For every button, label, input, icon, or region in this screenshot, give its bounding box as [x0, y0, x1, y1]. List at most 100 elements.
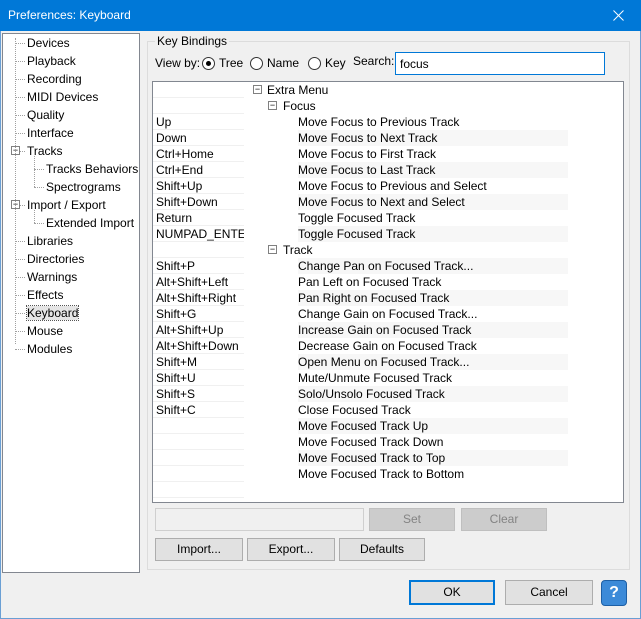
binding-key: Ctrl+End	[153, 162, 244, 178]
command-item[interactable]: Solo/Unsolo Focused Track	[298, 386, 568, 402]
command-item[interactable]: Toggle Focused Track	[298, 226, 568, 242]
command-item[interactable]: Move Focused Track to Bottom	[298, 466, 568, 482]
view-name-radio[interactable]: Name	[250, 55, 299, 71]
binding-key: Shift+P	[153, 258, 244, 274]
tree-connector	[15, 79, 25, 80]
sidebar-item[interactable]: Modules	[27, 340, 72, 358]
command-item[interactable]: Pan Right on Focused Track	[298, 290, 568, 306]
search-input[interactable]	[395, 52, 605, 75]
view-tree-radio[interactable]: Tree	[202, 55, 243, 71]
ok-button[interactable]: OK	[409, 580, 495, 605]
sidebar-item[interactable]: Quality	[27, 106, 64, 124]
command-item[interactable]: Decrease Gain on Focused Track	[298, 338, 568, 354]
set-button[interactable]: Set	[369, 508, 455, 531]
tree-group-label[interactable]: Track	[283, 242, 313, 258]
tree-root-label[interactable]: Extra Menu	[267, 82, 328, 98]
sidebar-item-label: Modules	[27, 342, 73, 356]
binding-key: Shift+Up	[153, 178, 244, 194]
command-item[interactable]: Move Focused Track to Top	[298, 450, 568, 466]
radio-unchecked-icon	[308, 56, 321, 70]
tree-connector	[15, 43, 25, 44]
close-button[interactable]	[595, 0, 641, 31]
binding-key	[153, 82, 244, 98]
key-bindings-label: Key Bindings	[155, 34, 230, 48]
command-item[interactable]: Open Menu on Focused Track...	[298, 354, 568, 370]
clear-button[interactable]: Clear	[461, 508, 547, 531]
command-item[interactable]: Move Focus to Previous and Select	[298, 178, 568, 194]
sidebar-item[interactable]: Libraries	[27, 232, 73, 250]
sidebar-item-label: Tracks	[27, 144, 63, 158]
sidebar-item-label: Recording	[27, 72, 82, 86]
command-item[interactable]: Move Focus to First Track	[298, 146, 568, 162]
sidebar-item-label: Playback	[27, 54, 76, 68]
export-button[interactable]: Export...	[247, 538, 335, 561]
help-button[interactable]: ?	[601, 580, 627, 606]
view-name-label: Name	[267, 56, 300, 70]
defaults-button[interactable]: Defaults	[339, 538, 425, 561]
command-item[interactable]: Move Focus to Next and Select	[298, 194, 568, 210]
tree-branch	[34, 156, 35, 187]
command-item[interactable]: Pan Left on Focused Track	[298, 274, 568, 290]
tree-connector	[15, 97, 25, 98]
binding-key: Shift+Down	[153, 194, 244, 210]
sidebar-item[interactable]: Directories	[27, 250, 84, 268]
tree-connector	[15, 259, 25, 260]
key-bindings-list[interactable]: Up Down Ctrl+Home Ctrl+End Shift+Up Shift+Dow…	[152, 81, 624, 503]
tree-trunk	[15, 38, 16, 344]
key-entry-field[interactable]	[155, 508, 364, 531]
command-item[interactable]: Move Focused Track Down	[298, 434, 568, 450]
sidebar-item[interactable]: Tracks	[27, 142, 63, 160]
sidebar-item[interactable]: MIDI Devices	[27, 88, 98, 106]
command-item[interactable]: Close Focused Track	[298, 402, 568, 418]
sidebar-item[interactable]: Keyboard	[25, 304, 80, 322]
collapse-icon[interactable]: −	[268, 101, 277, 110]
category-tree[interactable]: Devices Playback Recording MIDI Devices Qual…	[2, 33, 140, 573]
binding-key	[153, 98, 244, 114]
view-key-radio[interactable]: Key	[308, 55, 346, 71]
command-item[interactable]: Move Focused Track Up	[298, 418, 568, 434]
command-item[interactable]: Move Focus to Previous Track	[298, 114, 568, 130]
sidebar-item[interactable]: Warnings	[27, 268, 77, 286]
sidebar-item[interactable]: Devices	[27, 34, 70, 52]
tree-connector	[15, 349, 25, 350]
binding-key: Shift+M	[153, 354, 244, 370]
sidebar-item[interactable]: Spectrograms	[46, 178, 121, 196]
import-button[interactable]: Import...	[155, 538, 243, 561]
sidebar-item[interactable]: Tracks Behaviors	[46, 160, 138, 178]
sidebar-item-label: Libraries	[27, 234, 74, 248]
cancel-button[interactable]: Cancel	[505, 580, 593, 605]
view-key-label: Key	[325, 56, 346, 70]
radio-checked-icon	[202, 56, 215, 70]
command-item[interactable]: Mute/Unmute Focused Track	[298, 370, 568, 386]
collapse-icon[interactable]: −	[268, 245, 277, 254]
sidebar-item-label: Extended Import	[46, 216, 135, 230]
binding-key: Alt+Shift+Down	[153, 338, 244, 354]
sidebar-item-label: Quality	[27, 108, 65, 122]
sidebar-item[interactable]: Import / Export	[27, 196, 106, 214]
command-item[interactable]: Increase Gain on Focused Track	[298, 322, 568, 338]
binding-key: NUMPAD_ENTER	[153, 226, 244, 242]
command-item[interactable]: Change Gain on Focused Track...	[298, 306, 568, 322]
binding-key	[153, 482, 244, 498]
window-title: Preferences: Keyboard	[8, 8, 131, 22]
tree-connector	[15, 331, 25, 332]
command-item[interactable]: Move Focus to Last Track	[298, 162, 568, 178]
sidebar-item[interactable]: Recording	[27, 70, 82, 88]
tree-connector	[15, 277, 25, 278]
sidebar-item[interactable]: Mouse	[27, 322, 63, 340]
command-item[interactable]: Move Focus to Next Track	[298, 130, 568, 146]
sidebar-item[interactable]: Interface	[27, 124, 74, 142]
command-item[interactable]: Change Pan on Focused Track...	[298, 258, 568, 274]
tree-connector	[15, 115, 25, 116]
sidebar-item[interactable]: Playback	[27, 52, 76, 70]
collapse-icon[interactable]: −	[253, 85, 262, 94]
sidebar-item-label: Interface	[27, 126, 74, 140]
tree-connector	[15, 61, 25, 62]
key-column: Up Down Ctrl+Home Ctrl+End Shift+Up Shift+Dow…	[153, 82, 244, 502]
sidebar-item[interactable]: Extended Import	[46, 214, 134, 232]
tree-group-label[interactable]: Focus	[283, 98, 316, 114]
tree-connector	[15, 295, 25, 296]
view-by-label: View by:	[155, 56, 201, 70]
command-item[interactable]: Toggle Focused Track	[298, 210, 568, 226]
sidebar-item[interactable]: Effects	[27, 286, 63, 304]
